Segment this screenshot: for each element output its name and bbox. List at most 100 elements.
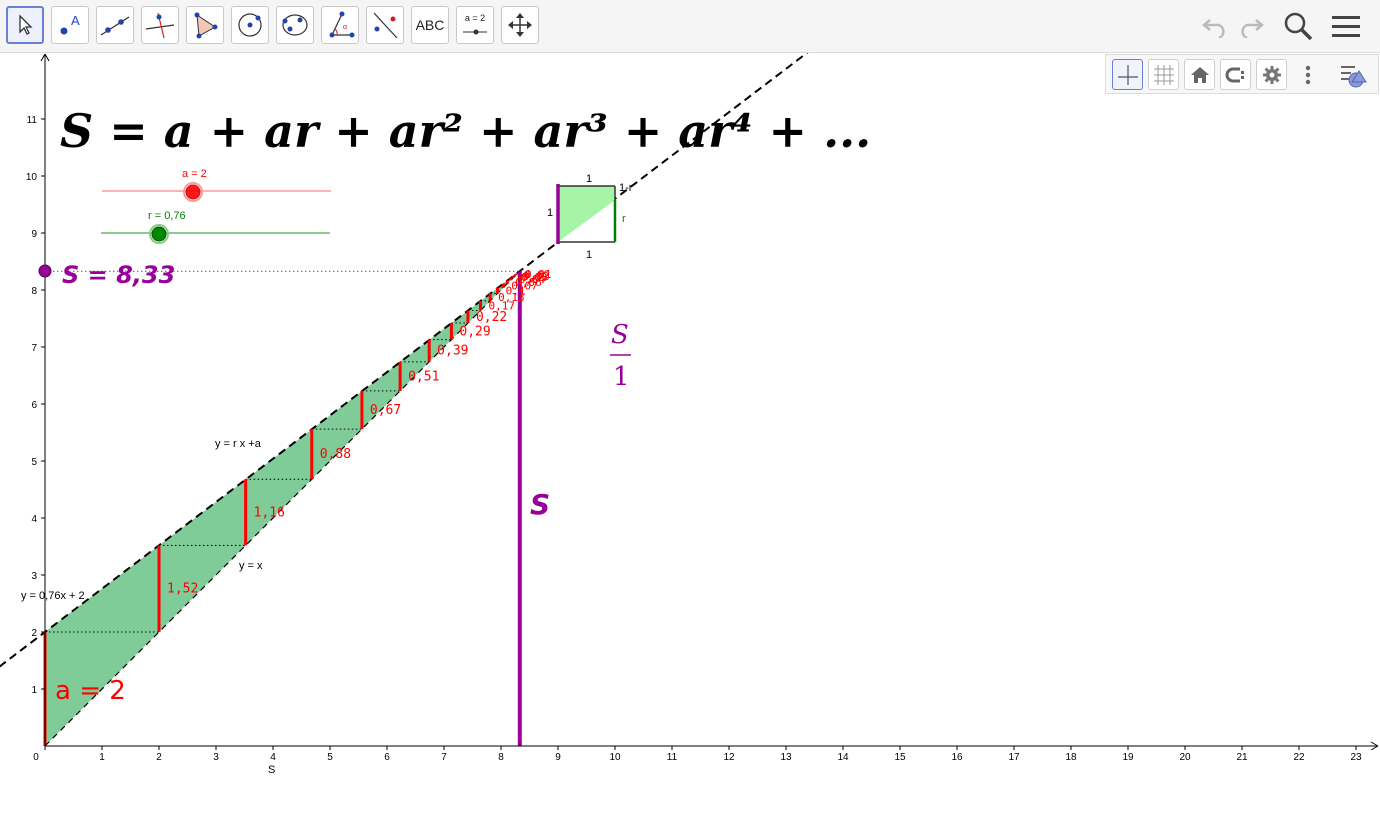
move-tool-button[interactable] — [6, 6, 44, 44]
slider-tool-button[interactable]: a = 2 — [456, 6, 494, 44]
sum-point[interactable] — [38, 264, 52, 278]
grid-toggle-button[interactable] — [1148, 59, 1179, 90]
svg-text:A: A — [71, 13, 80, 28]
conic-tool-button[interactable] — [276, 6, 314, 44]
x-tick-label: 18 — [1065, 752, 1077, 763]
home-button[interactable] — [1184, 59, 1215, 90]
more-icon — [1305, 65, 1310, 84]
x-tick-label: 10 — [609, 752, 621, 763]
point-capturing-button[interactable] — [1220, 59, 1251, 90]
term-value-label: 1,16 — [254, 505, 285, 520]
angle-tool-button[interactable]: α — [321, 6, 359, 44]
y-tick-label: 7 — [31, 343, 37, 354]
term-value-label: 0,51 — [408, 369, 439, 384]
graphics-view[interactable]: 0 1 2 3 4 5 6 7 8 9 10 11 12 13 14 15 16 17 18 19 20 21 22 2312… — [0, 0, 1380, 835]
slider-r[interactable]: r = 0,76 — [101, 210, 330, 244]
x-tick-label: 1 — [99, 752, 105, 763]
y-tick-label: 5 — [31, 457, 37, 468]
term-value-label: 1,52 — [167, 582, 198, 597]
text-icon: ABC — [415, 17, 445, 33]
x-tick-label: 7 — [441, 752, 447, 763]
x-tick-label: 20 — [1179, 752, 1191, 763]
x-tick-label: 16 — [951, 752, 963, 763]
term-value-label: 0,67 — [370, 403, 401, 418]
term-value-label: 0,01 — [525, 268, 552, 281]
x-axis-name: S — [268, 764, 275, 776]
series-formula-title: S = a + ar + ar² + ar³ + ar⁴ + ... — [60, 104, 871, 158]
settings-button[interactable] — [1256, 59, 1287, 90]
point-capturing-icon — [1225, 67, 1244, 82]
x-tick-label: 17 — [1008, 752, 1020, 763]
reflect-icon — [373, 12, 398, 39]
sum-label: S = 8,33 — [62, 261, 175, 289]
main-menu-button[interactable] — [1329, 10, 1363, 42]
square-top-label: 1 — [586, 173, 592, 185]
fraction-numerator: S — [611, 320, 629, 350]
fraction-denominator: 1 — [613, 362, 630, 392]
sum-segment-label: S — [530, 488, 550, 521]
line-tool-button[interactable] — [96, 6, 134, 44]
text-tool-button[interactable]: ABC — [411, 6, 449, 44]
line-label-y-equals-x: y = x — [239, 560, 263, 572]
square-left-label: 1 — [547, 207, 553, 219]
gear-icon — [1262, 65, 1281, 84]
point-icon: A — [60, 13, 80, 35]
reflect-tool-button[interactable] — [366, 6, 404, 44]
svg-text:α: α — [343, 24, 347, 31]
term-value-label: 0,29 — [459, 324, 490, 339]
ellipse-icon — [282, 14, 308, 36]
slider-icon-label: a = 2 — [464, 13, 486, 23]
x-tick-label: 23 — [1350, 752, 1362, 763]
axes-toggle-button[interactable] — [1112, 59, 1143, 90]
x-tick-label: 15 — [894, 752, 906, 763]
x-tick-label: 21 — [1236, 752, 1248, 763]
line-label-equation: y = 0,76x + 2 — [21, 590, 85, 602]
a-value-label: a = 2 — [55, 676, 126, 706]
square-bottom-label: 1 — [586, 249, 592, 261]
polygon-icon — [194, 12, 218, 39]
undo-button[interactable] — [1198, 10, 1232, 42]
angle-icon: α — [329, 11, 355, 38]
x-tick-label: 5 — [327, 752, 333, 763]
x-tick-label: 22 — [1293, 752, 1305, 763]
term-value-label: 0,39 — [437, 344, 468, 359]
y-tick-label: 9 — [31, 229, 37, 240]
pointer-icon — [19, 14, 33, 35]
y-tick-label: 3 — [31, 571, 37, 582]
x-tick-label: 0 — [33, 752, 39, 763]
x-tick-label: 12 — [723, 752, 735, 763]
circle-icon — [238, 13, 262, 37]
perpendicular-tool-button[interactable] — [141, 6, 179, 44]
square-right-label: r — [622, 213, 626, 225]
slider-r-label: r = 0,76 — [148, 210, 186, 222]
slider-a[interactable]: a = 2 — [102, 168, 331, 202]
term-value-label: 0,88 — [320, 447, 351, 462]
move-view-tool-button[interactable] — [501, 6, 539, 44]
line-label-rx-plus-a: y = r x +a — [215, 438, 262, 450]
x-tick-label: 8 — [498, 752, 504, 763]
circle-tool-button[interactable] — [231, 6, 269, 44]
more-options-button[interactable] — [1292, 59, 1323, 90]
search-button[interactable] — [1281, 10, 1315, 42]
x-tick-label: 6 — [384, 752, 390, 763]
redo-button[interactable] — [1234, 10, 1268, 42]
polygon-tool-button[interactable] — [186, 6, 224, 44]
redo-icon — [1241, 19, 1264, 38]
slider-a-handle[interactable] — [185, 184, 201, 200]
x-tick-label: 13 — [780, 752, 792, 763]
square-corner-label: 1-r — [619, 182, 633, 194]
x-tick-label: 2 — [156, 752, 162, 763]
x-tick-label: 4 — [270, 752, 276, 763]
slider-r-handle[interactable] — [151, 226, 167, 242]
graphics-style-bar — [1105, 54, 1379, 94]
x-tick-label: 11 — [667, 752, 678, 763]
y-tick-label: 4 — [31, 514, 37, 525]
x-tick-label: 9 — [555, 752, 561, 763]
y-tick-label: 2 — [31, 628, 37, 639]
point-tool-button[interactable]: A — [51, 6, 89, 44]
axes-icon — [1117, 64, 1138, 85]
style-bar-toggle-button[interactable] — [1338, 59, 1369, 90]
x-tick-label: 14 — [837, 752, 849, 763]
y-tick-label: 10 — [26, 172, 38, 183]
x-tick-label: 3 — [213, 752, 219, 763]
